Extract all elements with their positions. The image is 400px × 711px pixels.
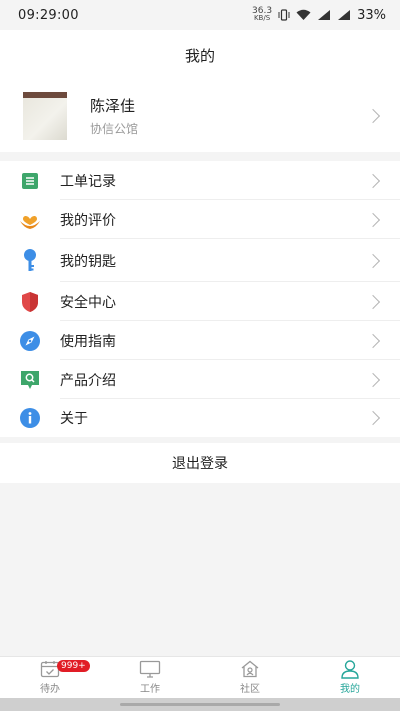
signal-4g-icon <box>318 10 331 20</box>
key-icon <box>19 248 41 272</box>
profile-card[interactable]: 陈泽佳 协信公馆 <box>0 80 400 152</box>
heart-hands-icon <box>19 209 41 231</box>
menu-item-user-guide[interactable]: 使用指南 <box>0 321 400 360</box>
tab-label: 我的 <box>340 684 360 695</box>
tab-todo[interactable]: 待办 999+ <box>0 657 100 698</box>
signal-3g-icon <box>338 10 351 20</box>
chevron-right-icon <box>365 173 381 189</box>
info-icon <box>19 407 41 429</box>
logout-label: 退出登录 <box>172 456 228 472</box>
profile-org: 协信公馆 <box>90 122 139 136</box>
shield-icon <box>19 291 41 313</box>
menu-item-label: 工单记录 <box>60 173 116 190</box>
document-icon <box>19 170 41 192</box>
compass-icon <box>19 330 41 352</box>
menu-item-my-keys[interactable]: 我的钥匙 <box>0 239 400 282</box>
home-gesture-pill[interactable] <box>120 703 280 706</box>
chevron-right-icon <box>365 372 381 388</box>
chevron-right-icon <box>365 212 381 228</box>
home-icon <box>239 659 261 679</box>
chevron-right-icon <box>365 294 381 310</box>
menu-item-label: 关于 <box>60 411 88 427</box>
chevron-right-icon <box>365 333 381 349</box>
tab-work[interactable]: 工作 <box>100 657 200 698</box>
page-title: 我的 <box>184 46 215 65</box>
status-bar: 09:29:00 36.3 KB/S 33% <box>0 0 400 30</box>
tab-label: 待办 <box>40 684 60 695</box>
chevron-right-icon <box>365 253 381 269</box>
menu-item-label: 我的钥匙 <box>60 253 116 270</box>
page-header: 我的 <box>0 30 400 80</box>
status-icons: 36.3 KB/S 33% <box>252 6 386 23</box>
chat-search-icon <box>19 369 41 391</box>
menu-item-product-intro[interactable]: 产品介绍 <box>0 360 400 399</box>
vibrate-icon <box>278 9 290 21</box>
menu-item-label: 产品介绍 <box>60 372 116 389</box>
status-time: 09:29:00 <box>18 7 79 23</box>
tab-mine[interactable]: 我的 <box>300 657 400 698</box>
menu-item-label: 安全中心 <box>60 294 116 311</box>
tab-community[interactable]: 社区 <box>200 657 300 698</box>
menu-item-security-center[interactable]: 安全中心 <box>0 282 400 321</box>
menu-item-work-orders[interactable]: 工单记录 <box>0 161 400 200</box>
menu-item-my-reviews[interactable]: 我的评价 <box>0 200 400 239</box>
menu-item-label: 我的评价 <box>60 212 116 229</box>
wifi-icon <box>296 9 311 20</box>
logout-button[interactable]: 退出登录 <box>0 443 400 483</box>
avatar <box>23 92 67 140</box>
menu-item-about[interactable]: 关于 <box>0 399 400 437</box>
profile-info: 陈泽佳 协信公馆 <box>90 95 138 137</box>
monitor-icon <box>139 659 161 679</box>
chevron-right-icon <box>365 108 381 124</box>
battery-level: 33% <box>357 7 386 23</box>
tab-label: 工作 <box>140 684 160 695</box>
system-nav-bar <box>0 698 400 711</box>
user-icon <box>339 659 361 679</box>
tab-label: 社区 <box>240 684 260 695</box>
chevron-right-icon <box>365 410 381 426</box>
bottom-tabbar: 待办 999+ 工作 社区 我的 <box>0 656 400 698</box>
todo-count-badge: 999+ <box>57 660 90 672</box>
menu-list: 工单记录 我的评价 我的钥匙 安全中心 使用指南 产品介绍 关于 <box>0 161 400 437</box>
net-speed: 36.3 KB/S <box>252 6 273 22</box>
profile-name: 陈泽佳 <box>90 97 136 115</box>
menu-item-label: 使用指南 <box>60 333 116 350</box>
